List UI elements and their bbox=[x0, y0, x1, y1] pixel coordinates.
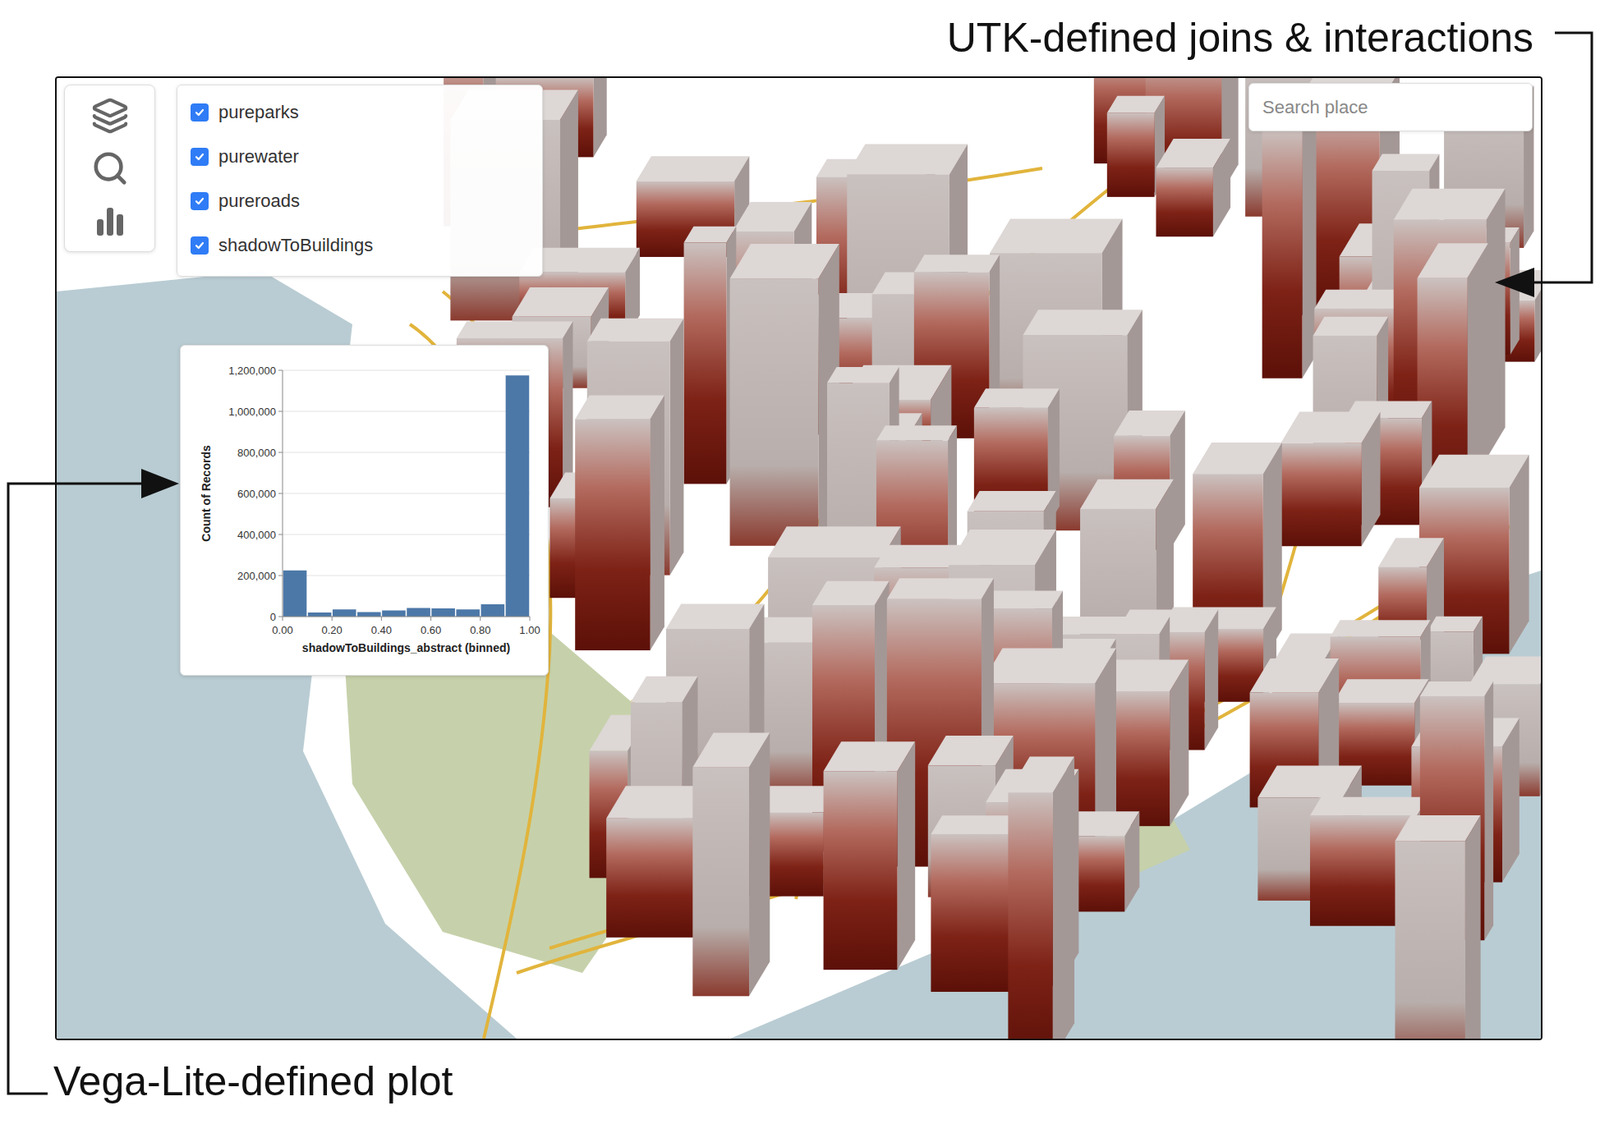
histogram-bar[interactable] bbox=[406, 608, 431, 618]
check-icon bbox=[193, 195, 206, 207]
annotation-row: UTK-defined joins & interactions bbox=[0, 0, 1600, 77]
svg-text:0.60: 0.60 bbox=[420, 624, 442, 637]
svg-text:1,200,000: 1,200,000 bbox=[228, 364, 276, 378]
x-tick: 0.80 bbox=[469, 616, 491, 637]
layer-checkbox[interactable] bbox=[190, 236, 209, 255]
layer-label: pureparks bbox=[218, 101, 299, 124]
toolbar bbox=[64, 84, 156, 253]
bar-chart-icon bbox=[91, 202, 129, 240]
annotation-label: UTK-defined joins & interactions bbox=[947, 15, 1534, 61]
x-tick: 0.00 bbox=[271, 616, 293, 637]
frame-row: pureparks purewater pureroads shadowToBuild… bbox=[0, 76, 1600, 1041]
x-tick: 0.20 bbox=[321, 616, 343, 637]
histogram-bar[interactable] bbox=[381, 611, 406, 618]
histogram-bar[interactable] bbox=[455, 609, 480, 617]
layer-checkbox[interactable] bbox=[190, 192, 209, 211]
annotation-connectors bbox=[0, 0, 1600, 1124]
chart-panel: 0 200,000 400,000 600,000 800,000 1,000,000 1,… bbox=[179, 344, 549, 676]
x-axis-title: shadowToBuildings_abstract (binned) bbox=[302, 641, 511, 655]
layer-row[interactable]: shadowToBuildings bbox=[190, 229, 529, 262]
buildings bbox=[442, 78, 1541, 1040]
y-tick: 1,000,000 bbox=[228, 405, 530, 419]
check-icon bbox=[193, 239, 206, 252]
histogram-bar[interactable] bbox=[431, 608, 456, 617]
layer-label: shadowToBuildings bbox=[218, 234, 373, 257]
layer-row[interactable]: pureparks bbox=[190, 96, 529, 129]
x-tick: 0.60 bbox=[420, 616, 442, 637]
annotation-row: Vega-Lite-defined plot bbox=[0, 1040, 1600, 1123]
map-view: pureparks purewater pureroads shadowToBuild… bbox=[55, 76, 1543, 1041]
y-tick: 400,000 bbox=[237, 528, 530, 542]
histogram-bar[interactable] bbox=[283, 570, 308, 617]
histogram-bar[interactable] bbox=[308, 612, 332, 617]
histogram-bar[interactable] bbox=[357, 612, 382, 618]
y-tick: 600,000 bbox=[237, 487, 530, 501]
layer-row[interactable]: purewater bbox=[190, 141, 529, 173]
search-button[interactable] bbox=[85, 147, 135, 189]
svg-text:1.00: 1.00 bbox=[519, 624, 540, 637]
svg-text:1,000,000: 1,000,000 bbox=[228, 405, 276, 419]
histogram-bar[interactable] bbox=[332, 609, 357, 617]
y-tick: 800,000 bbox=[237, 446, 530, 460]
layer-checkbox[interactable] bbox=[190, 147, 209, 166]
check-icon bbox=[193, 151, 206, 163]
y-tick: 1,200,000 bbox=[228, 364, 530, 378]
svg-text:800,000: 800,000 bbox=[237, 446, 276, 460]
y-axis-title: Count of Records bbox=[199, 445, 213, 543]
check-icon bbox=[193, 106, 206, 119]
histogram-bar[interactable] bbox=[481, 604, 506, 617]
histogram-bar[interactable] bbox=[505, 375, 530, 617]
annotation-label: Vega-Lite-defined plot bbox=[53, 1059, 453, 1105]
layer-row[interactable]: pureroads bbox=[190, 185, 529, 217]
y-tick: 200,000 bbox=[237, 570, 530, 583]
svg-text:0.80: 0.80 bbox=[469, 624, 491, 637]
search-field[interactable] bbox=[1248, 82, 1533, 132]
layers-panel: pureparks purewater pureroads shadowToBuild… bbox=[176, 84, 543, 277]
x-tick: 1.00 bbox=[519, 616, 540, 637]
roads bbox=[409, 168, 1519, 1040]
svg-text:0.20: 0.20 bbox=[321, 624, 343, 637]
search-icon bbox=[91, 149, 129, 188]
figure: UTK-defined joins & interactions purepark… bbox=[0, 0, 1600, 1124]
svg-text:0.40: 0.40 bbox=[371, 624, 392, 637]
histogram-chart: 0 200,000 400,000 600,000 800,000 1,000,000 1,… bbox=[180, 345, 548, 676]
svg-text:0: 0 bbox=[270, 611, 276, 624]
arrow-icon bbox=[1494, 267, 1535, 298]
arrow-icon bbox=[141, 468, 180, 499]
svg-text:200,000: 200,000 bbox=[237, 570, 276, 583]
svg-text:0.00: 0.00 bbox=[271, 624, 293, 637]
svg-text:600,000: 600,000 bbox=[237, 487, 276, 501]
x-tick: 0.40 bbox=[371, 616, 392, 637]
layer-checkbox[interactable] bbox=[190, 103, 209, 122]
layers-icon bbox=[91, 96, 129, 135]
plots-button[interactable] bbox=[85, 200, 135, 242]
layer-label: purewater bbox=[218, 146, 299, 168]
layers-button[interactable] bbox=[85, 95, 135, 137]
layer-label: pureroads bbox=[218, 190, 300, 212]
svg-text:400,000: 400,000 bbox=[237, 528, 276, 542]
